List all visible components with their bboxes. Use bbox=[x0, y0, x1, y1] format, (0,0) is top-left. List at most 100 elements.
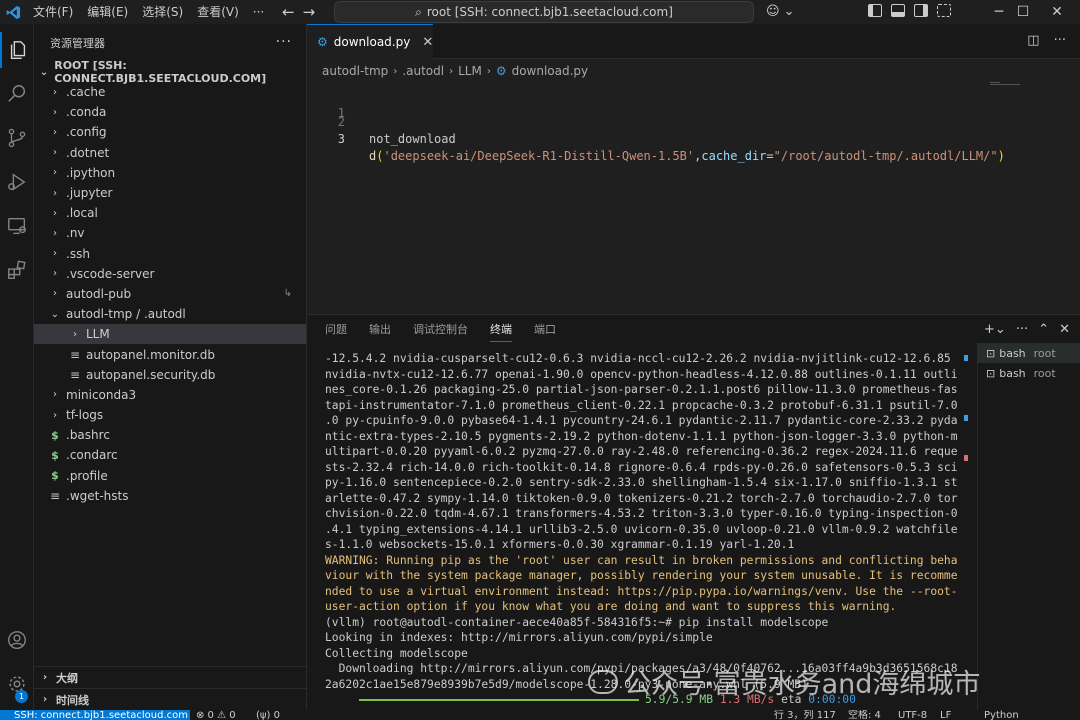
file-icon: ≡ bbox=[69, 367, 81, 382]
new-terminal-icon[interactable]: +⌄ bbox=[984, 322, 1006, 337]
outline-section[interactable]: › 大纲 bbox=[34, 666, 307, 688]
tree-item[interactable]: $ .bashrc bbox=[34, 425, 306, 445]
command-center-label: root [SSH: connect.bjb1.seetacloud.com] bbox=[426, 5, 673, 19]
line-number: 3 bbox=[337, 132, 345, 146]
toggle-sidebar-icon[interactable] bbox=[868, 4, 882, 17]
run-debug-icon[interactable] bbox=[0, 164, 34, 200]
close-window-icon[interactable]: ✕ bbox=[1034, 0, 1080, 24]
language-mode[interactable]: Python bbox=[984, 710, 1019, 720]
tab-debug-console[interactable]: 调试控制台 bbox=[413, 315, 468, 345]
menu-file[interactable]: 文件(F) bbox=[26, 0, 80, 24]
terminal-output[interactable]: -12.5.4.2 nvidia-cusparselt-cu12-0.6.3 n… bbox=[325, 351, 965, 711]
breadcrumb-item[interactable]: autodl-tmp bbox=[322, 64, 388, 78]
tree-item[interactable]: › .ipython bbox=[34, 163, 306, 183]
remote-indicator[interactable]: SSH: connect.bjb1.seetacloud.com bbox=[0, 710, 190, 720]
search-icon: ⌕ bbox=[415, 4, 422, 19]
explorer-icon[interactable] bbox=[0, 32, 34, 68]
activity-bar: 1 bbox=[0, 24, 34, 710]
workspace-root[interactable]: ⌄ ROOT [SSH: CONNECT.BJB1.SEETACLOUD.COM… bbox=[34, 59, 306, 85]
indent-spaces[interactable]: 空格: 4 bbox=[848, 710, 881, 720]
close-panel-icon[interactable]: ✕ bbox=[1059, 322, 1070, 337]
terminal-line: nes_core-0.1.26 packaging-25.0 partial-j… bbox=[325, 383, 958, 396]
tree-item[interactable]: ≡ autopanel.security.db bbox=[34, 365, 306, 385]
tree-item[interactable]: › .dotnet bbox=[34, 143, 306, 163]
terminal-item[interactable]: ⊡ bash root bbox=[978, 343, 1080, 363]
terminal-line: tapi-instrumentator-7.1.0 prometheus_cli… bbox=[325, 398, 958, 412]
forward-arrow-icon[interactable]: → bbox=[303, 3, 316, 21]
split-editor-icon[interactable]: ◫ bbox=[1027, 33, 1039, 48]
tree-item-label: .condarc bbox=[66, 448, 118, 463]
tree-item[interactable]: ≡ autopanel.monitor.db bbox=[34, 344, 306, 364]
breadcrumb-item[interactable]: .autodl bbox=[402, 64, 444, 78]
terminal-line: s-1.1.0 websockets-15.0.1 xformers-0.0.3… bbox=[325, 538, 795, 551]
tab-output[interactable]: 输出 bbox=[369, 315, 391, 345]
bottom-panel: 问题 输出 调试控制台 终端 端口 +⌄ ··· ⌃ ✕ -12.5.4.2 n… bbox=[307, 314, 1080, 711]
toggle-secondary-sidebar-icon[interactable] bbox=[914, 4, 928, 17]
tab-download-py[interactable]: ⚙ download.py ✕ bbox=[307, 24, 433, 59]
panel-more-icon[interactable]: ··· bbox=[1016, 322, 1028, 337]
tree-item-label: miniconda3 bbox=[66, 387, 137, 402]
editor-more-icon[interactable]: ··· bbox=[1054, 33, 1066, 48]
tree-item[interactable]: › .config bbox=[34, 122, 306, 142]
tree-item[interactable]: › .cache bbox=[34, 82, 306, 102]
remote-explorer-icon[interactable] bbox=[0, 208, 34, 244]
tree-item[interactable]: › tf-logs bbox=[34, 405, 306, 425]
tree-item[interactable]: ⌄ autodl-tmp / .autodl bbox=[34, 304, 306, 324]
menu-more[interactable]: ··· bbox=[246, 0, 271, 24]
close-tab-icon[interactable]: ✕ bbox=[422, 35, 433, 50]
problems-count[interactable]: ⊗ 0 ⚠ 0 bbox=[196, 710, 236, 720]
tree-item[interactable]: › LLM bbox=[34, 324, 306, 345]
code-editor[interactable]: 1 2 not_download 3 d('deepseek-ai/DeepSe… bbox=[307, 82, 1080, 314]
panel-tab-bar: 问题 输出 调试控制台 终端 端口 bbox=[307, 315, 1080, 345]
source-control-icon[interactable] bbox=[0, 120, 34, 156]
menu-selection[interactable]: 选择(S) bbox=[135, 0, 190, 24]
tab-ports[interactable]: 端口 bbox=[534, 315, 556, 345]
maximize-panel-icon[interactable]: ⌃ bbox=[1038, 322, 1049, 337]
menu-edit[interactable]: 编辑(E) bbox=[80, 0, 135, 24]
tree-item-label: .profile bbox=[66, 468, 108, 483]
tab-problems[interactable]: 问题 bbox=[325, 315, 347, 345]
toggle-panel-icon[interactable] bbox=[891, 4, 905, 17]
tree-item[interactable]: › .vscode-server bbox=[34, 264, 306, 284]
menu-view[interactable]: 查看(V) bbox=[190, 0, 246, 24]
tree-item[interactable]: › .jupyter bbox=[34, 183, 306, 203]
tree-item-label: autopanel.security.db bbox=[86, 367, 216, 382]
chevron-right-icon: › bbox=[53, 409, 57, 421]
explorer-more-icon[interactable]: ··· bbox=[276, 34, 292, 50]
tree-item[interactable]: › .nv bbox=[34, 223, 306, 243]
eol[interactable]: LF bbox=[940, 710, 951, 720]
terminal-item[interactable]: ⊡ bash root bbox=[978, 363, 1080, 383]
chevron-right-icon: › bbox=[53, 187, 57, 199]
status-bar: SSH: connect.bjb1.seetacloud.com ⊗ 0 ⚠ 0… bbox=[0, 710, 1080, 720]
search-view-icon[interactable] bbox=[0, 76, 34, 112]
tree-item[interactable]: $ .profile bbox=[34, 466, 306, 486]
cursor-position[interactable]: 行 3，列 117 bbox=[774, 710, 836, 720]
tab-terminal[interactable]: 终端 bbox=[490, 315, 512, 345]
minimap[interactable] bbox=[990, 82, 1020, 92]
chevron-down-icon: ⌄ bbox=[50, 308, 60, 320]
terminal-line: ultipart-0.0.20 pyyaml-6.0.2 pyzmq-27.0.… bbox=[325, 445, 958, 458]
encoding[interactable]: UTF-8 bbox=[898, 710, 927, 720]
tree-item[interactable]: › miniconda3 bbox=[34, 385, 306, 405]
back-arrow-icon[interactable]: ← bbox=[282, 3, 295, 21]
tree-item[interactable]: › .local bbox=[34, 203, 306, 223]
breadcrumb-item[interactable]: LLM bbox=[458, 64, 482, 78]
extensions-icon[interactable] bbox=[0, 252, 34, 288]
tree-item[interactable]: › .conda bbox=[34, 102, 306, 122]
breadcrumb-item[interactable]: download.py bbox=[512, 64, 589, 78]
chevron-down-icon: ⌄ bbox=[39, 66, 49, 78]
tree-item[interactable]: › autodl-pub ↳ bbox=[34, 284, 306, 304]
wechat-logo-icon bbox=[588, 669, 618, 694]
shell-file-icon: $ bbox=[51, 469, 59, 483]
timeline-section[interactable]: › 时间线 bbox=[34, 688, 307, 710]
customize-layout-icon[interactable] bbox=[937, 4, 951, 17]
tree-item-label: .jupyter bbox=[66, 186, 113, 201]
tree-item[interactable]: ≡ .wget-hsts bbox=[34, 486, 306, 506]
tree-item[interactable]: $ .condarc bbox=[34, 445, 306, 465]
account-icon[interactable] bbox=[0, 622, 34, 658]
command-center-search[interactable]: ⌕ root [SSH: connect.bjb1.seetacloud.com… bbox=[334, 1, 754, 23]
chevron-right-icon: › bbox=[53, 147, 57, 159]
tree-item[interactable]: › .ssh bbox=[34, 244, 306, 264]
ports-count[interactable]: (ψ) 0 bbox=[256, 710, 280, 720]
copilot-icon[interactable]: ☺ ⌄ bbox=[766, 4, 795, 19]
